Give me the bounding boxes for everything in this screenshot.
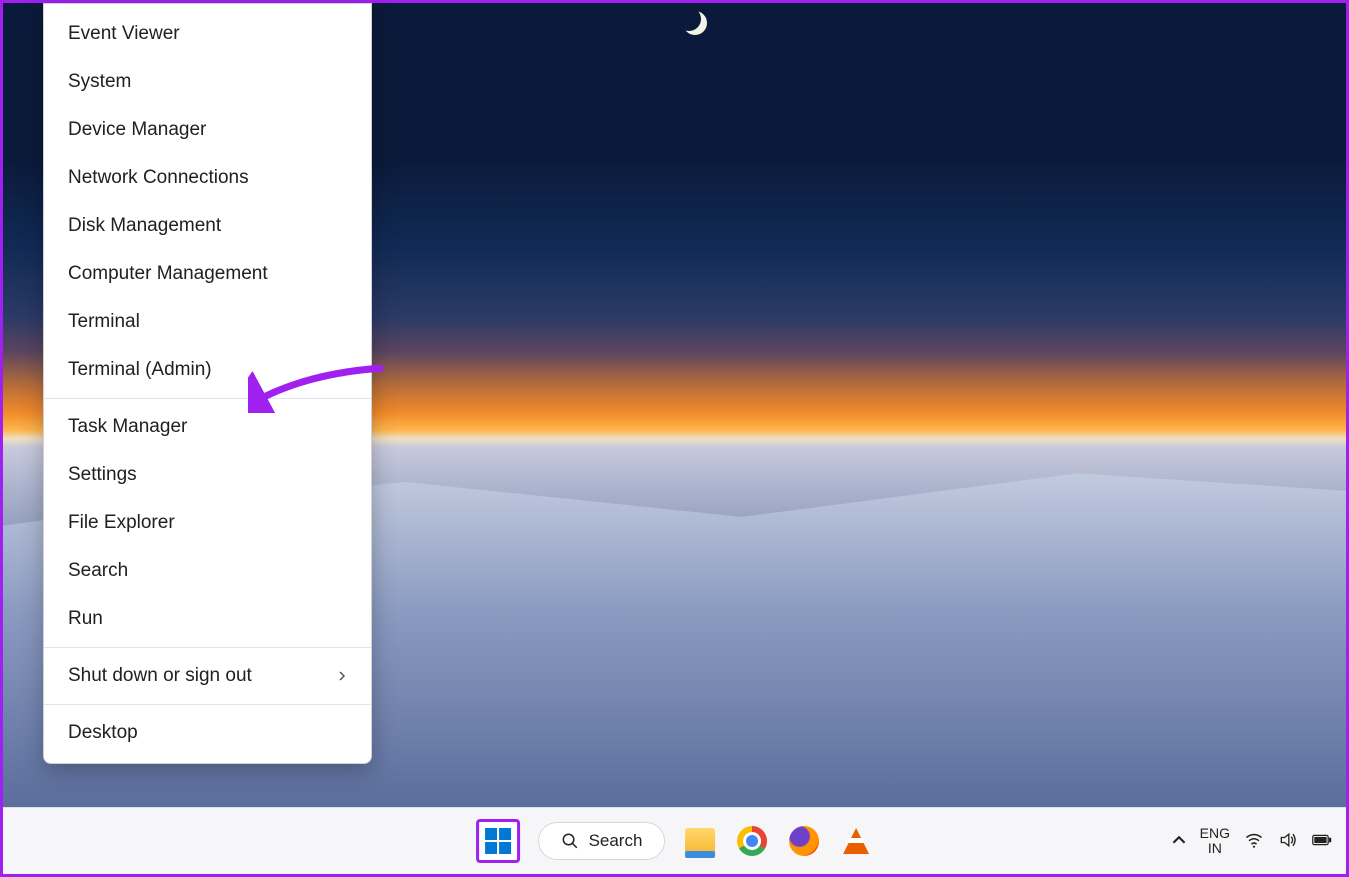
vlc-icon <box>843 828 869 854</box>
speaker-icon <box>1278 830 1298 850</box>
menu-item-label: Settings <box>68 464 137 486</box>
menu-item-label: Desktop <box>68 722 138 744</box>
search-icon <box>561 832 579 850</box>
menu-item-label: Computer Management <box>68 263 268 285</box>
menu-item-label: Network Connections <box>68 167 249 189</box>
menu-item-task-manager[interactable]: Task Manager <box>44 403 371 451</box>
menu-separator <box>44 398 371 399</box>
windows-logo-icon <box>485 828 511 854</box>
taskbar-app-file-explorer[interactable] <box>683 824 717 858</box>
menu-item-label: Search <box>68 560 128 582</box>
battery-icon <box>1312 830 1332 850</box>
menu-item-run[interactable]: Run <box>44 595 371 643</box>
wallpaper-moon <box>683 11 707 35</box>
menu-item-system[interactable]: System <box>44 58 371 106</box>
menu-item-desktop[interactable]: Desktop <box>44 709 371 757</box>
chevron-right-icon <box>337 665 347 687</box>
menu-item-terminal-admin[interactable]: Terminal (Admin) <box>44 346 371 394</box>
system-tray: ENG IN <box>1172 826 1332 857</box>
menu-item-label: Shut down or sign out <box>68 665 252 687</box>
menu-item-disk-management[interactable]: Disk Management <box>44 202 371 250</box>
menu-item-label: Disk Management <box>68 215 221 237</box>
menu-separator <box>44 647 371 648</box>
menu-item-label: System <box>68 71 131 93</box>
chrome-icon <box>737 826 767 856</box>
menu-item-device-manager[interactable]: Device Manager <box>44 106 371 154</box>
menu-separator <box>44 704 371 705</box>
menu-item-label: Terminal (Admin) <box>68 359 212 381</box>
menu-item-event-viewer[interactable]: Event Viewer <box>44 10 371 58</box>
battery-button[interactable] <box>1312 830 1332 853</box>
menu-item-label: Device Manager <box>68 119 206 141</box>
taskbar-center: Search <box>476 819 874 863</box>
firefox-icon <box>789 826 819 856</box>
menu-item-label: Event Viewer <box>68 23 180 45</box>
menu-item-label: Task Manager <box>68 416 187 438</box>
taskbar-search-button[interactable]: Search <box>538 822 666 860</box>
language-top: ENG <box>1200 826 1230 841</box>
wifi-icon <box>1244 830 1264 850</box>
menu-item-computer-management[interactable]: Computer Management <box>44 250 371 298</box>
menu-item-file-explorer[interactable]: File Explorer <box>44 499 371 547</box>
menu-item-shut-down-or-sign-out[interactable]: Shut down or sign out <box>44 652 371 700</box>
tray-overflow-button[interactable] <box>1172 833 1186 850</box>
language-indicator[interactable]: ENG IN <box>1200 826 1230 857</box>
chevron-up-icon <box>1172 833 1186 847</box>
menu-item-network-connections[interactable]: Network Connections <box>44 154 371 202</box>
menu-item-terminal[interactable]: Terminal <box>44 298 371 346</box>
start-button[interactable] <box>476 819 520 863</box>
menu-item-label: Run <box>68 608 103 630</box>
menu-item-search[interactable]: Search <box>44 547 371 595</box>
file-explorer-icon <box>685 828 715 854</box>
volume-button[interactable] <box>1278 830 1298 853</box>
taskbar: Search ENG IN <box>3 807 1346 874</box>
search-label: Search <box>589 831 643 851</box>
wifi-button[interactable] <box>1244 830 1264 853</box>
menu-item-label: Terminal <box>68 311 140 333</box>
taskbar-app-vlc[interactable] <box>839 824 873 858</box>
taskbar-app-firefox[interactable] <box>787 824 821 858</box>
winx-context-menu: Event Viewer System Device Manager Network … <box>43 3 372 764</box>
menu-item-label: File Explorer <box>68 512 175 534</box>
screenshot-frame: Event Viewer System Device Manager Network … <box>0 0 1349 877</box>
language-bottom: IN <box>1200 841 1230 856</box>
taskbar-app-chrome[interactable] <box>735 824 769 858</box>
menu-item-settings[interactable]: Settings <box>44 451 371 499</box>
